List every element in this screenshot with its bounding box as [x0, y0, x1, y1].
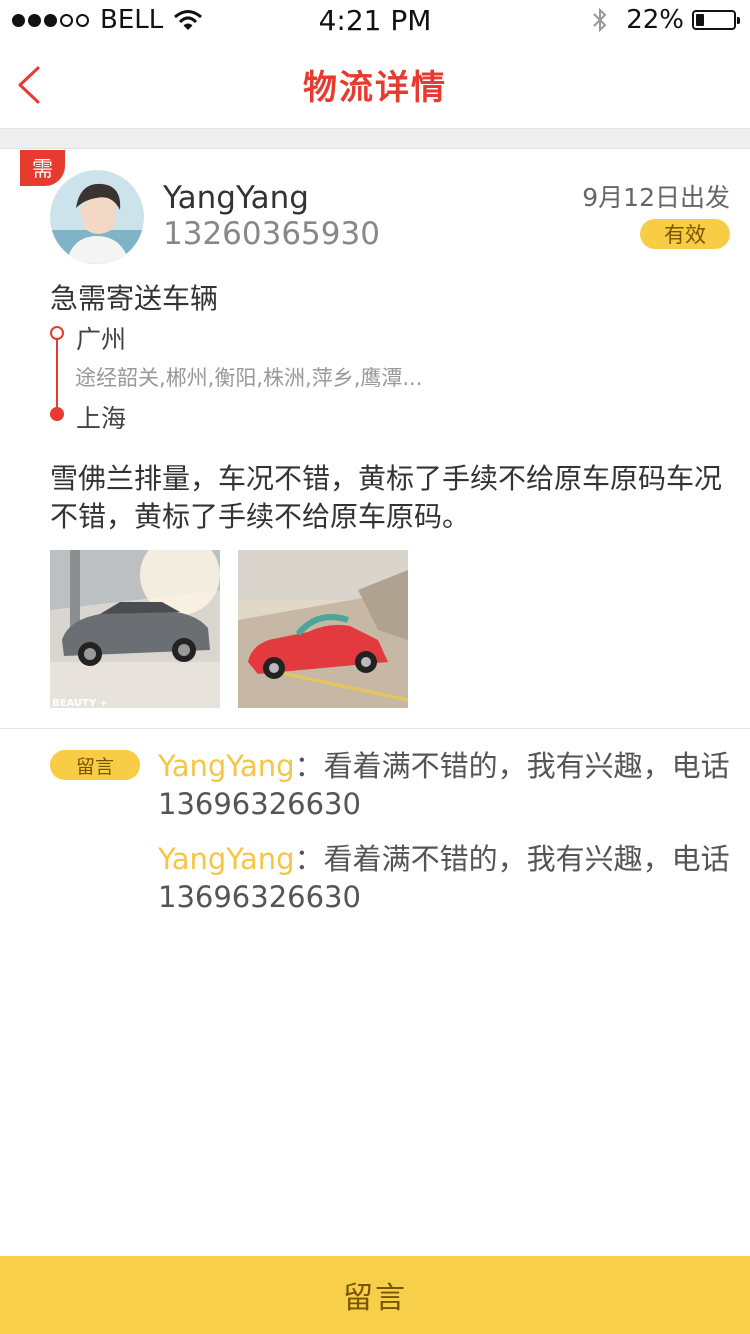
car-photo-2[interactable] — [238, 550, 408, 708]
route-destination: 上海 — [76, 404, 127, 433]
post-description: 雪佛兰排量，车况不错，黄标了手续不给原车原码车况不错，黄标了手续不给原车原码。 — [50, 462, 723, 533]
comment-item: YangYang：看着满不错的，我有兴趣，电话13696326630 — [158, 840, 733, 916]
status-badge: 有效 — [640, 219, 730, 249]
user-phone[interactable]: 13260365930 — [163, 216, 380, 252]
departure-date: 9月12日出发 — [582, 183, 730, 212]
photo-watermark: BEAUTY + — [52, 698, 108, 708]
battery-fill — [696, 14, 704, 26]
battery-icon — [692, 10, 740, 30]
section-separator — [0, 128, 750, 149]
destination-dot-icon — [50, 407, 64, 421]
route-origin: 广州 — [76, 325, 127, 354]
page-title: 物流详情 — [303, 68, 447, 108]
user-name: YangYang — [163, 180, 309, 216]
comment-author[interactable]: YangYang — [158, 842, 295, 876]
route-line — [56, 335, 58, 413]
status-bar: BELL 4:21 PM 22% — [0, 0, 750, 40]
bluetooth-icon — [593, 7, 607, 33]
route-via: 途经韶关,郴州,衡阳,株洲,萍乡,鹰潭... — [75, 366, 423, 390]
origin-dot-icon — [50, 326, 64, 340]
need-type-badge: 需 — [20, 150, 65, 186]
avatar[interactable] — [50, 170, 144, 264]
leave-message-button[interactable]: 留言 — [0, 1256, 750, 1334]
nav-bar: 物流详情 — [0, 40, 750, 128]
post-title: 急需寄送车辆 — [50, 282, 219, 315]
battery-percent: 22% — [626, 5, 684, 35]
status-right: 22% — [592, 5, 740, 35]
comment-author[interactable]: YangYang — [158, 749, 295, 783]
comments-tag: 留言 — [50, 750, 140, 780]
car-photo-1[interactable]: BEAUTY + — [50, 550, 220, 708]
divider — [0, 728, 750, 729]
comment-item: YangYang：看着满不错的，我有兴趣，电话13696326630 — [158, 747, 733, 823]
